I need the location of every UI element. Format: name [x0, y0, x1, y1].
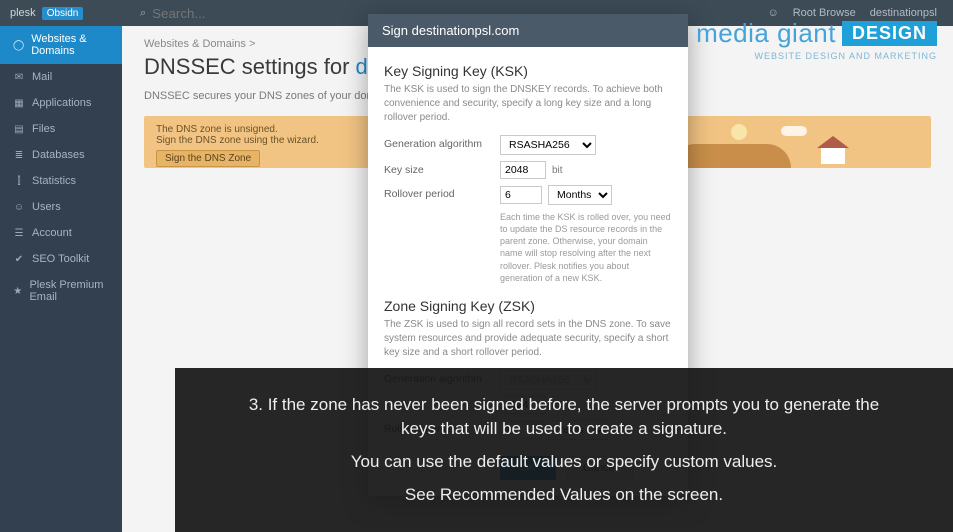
modal-title: Sign destinationpsl.com [368, 14, 688, 47]
ksk-size-unit: bit [552, 165, 563, 176]
sidebar-item-label: Plesk Premium Email [29, 279, 112, 303]
sidebar-item-files[interactable]: ▤ Files [0, 116, 122, 142]
stats-icon: ⫿ [13, 176, 25, 187]
search-icon: ⌕ [140, 7, 146, 20]
logo-badge: Obsidn [42, 7, 84, 20]
seo-icon: ✔ [13, 254, 25, 265]
caption-line2: You can use the default values or specif… [351, 450, 778, 475]
sidebar-item-seo[interactable]: ✔ SEO Toolkit [0, 246, 122, 272]
search-input[interactable] [152, 6, 352, 21]
ksk-description: The KSK is used to sign the DNSKEY recor… [384, 83, 672, 125]
account-icon: ☰ [13, 228, 25, 239]
sidebar-item-label: Files [32, 123, 55, 135]
zsk-heading: Zone Signing Key (ZSK) [384, 298, 672, 314]
caption-line3: See Recommended Values on the screen. [405, 483, 723, 508]
sidebar-item-premium-email[interactable]: ★ Plesk Premium Email [0, 272, 122, 310]
ksk-heading: Key Signing Key (KSK) [384, 63, 672, 79]
topbar-user[interactable]: Root Browse [793, 7, 856, 19]
sidebar-item-label: Statistics [32, 175, 76, 187]
ksk-algo-select[interactable]: RSASHA256 [500, 135, 596, 155]
sidebar-item-label: Applications [32, 97, 91, 109]
logo[interactable]: plesk Obsidn [0, 7, 122, 20]
logo-text: plesk [10, 7, 36, 19]
caption-line1: 3. If the zone has never been signed bef… [235, 393, 893, 442]
sidebar-item-account[interactable]: ☰ Account [0, 220, 122, 246]
video-caption: 3. If the zone has never been signed bef… [175, 368, 953, 532]
page-title-prefix: DNSSEC settings for [144, 54, 356, 79]
ksk-algo-label: Generation algorithm [384, 135, 492, 150]
sidebar-item-label: Users [32, 201, 61, 213]
sidebar-item-websites[interactable]: ◯ Websites & Domains [0, 26, 122, 64]
ksk-rollover-label: Rollover period [384, 185, 492, 200]
sidebar-item-label: Databases [32, 149, 85, 161]
sidebar-item-databases[interactable]: ≣ Databases [0, 142, 122, 168]
files-icon: ▤ [13, 124, 25, 135]
banner-illustration [671, 116, 931, 168]
premium-mail-icon: ★ [13, 286, 22, 297]
sidebar-item-users[interactable]: ☺ Users [0, 194, 122, 220]
database-icon: ≣ [13, 150, 25, 161]
sidebar-item-label: Websites & Domains [31, 33, 112, 57]
sidebar-item-mail[interactable]: ✉ Mail [0, 64, 122, 90]
sidebar: ◯ Websites & Domains ✉ Mail ▦ Applicatio… [0, 26, 122, 532]
user-icon: ☺ [768, 7, 779, 19]
globe-icon: ◯ [13, 40, 24, 51]
ksk-size-label: Key size [384, 161, 492, 176]
sidebar-item-label: Account [32, 227, 72, 239]
topbar-account[interactable]: destinationpsl [870, 7, 937, 19]
apps-icon: ▦ [13, 98, 25, 109]
users-icon: ☺ [13, 202, 25, 213]
ksk-rollover-value[interactable] [500, 186, 542, 204]
ksk-rollover-note: Each time the KSK is rolled over, you ne… [500, 211, 672, 284]
sign-zone-button[interactable]: Sign the DNS Zone [156, 150, 260, 167]
mail-icon: ✉ [13, 72, 25, 83]
sidebar-item-statistics[interactable]: ⫿ Statistics [0, 168, 122, 194]
sidebar-item-label: Mail [32, 71, 52, 83]
zsk-description: The ZSK is used to sign all record sets … [384, 318, 672, 360]
ksk-rollover-unit[interactable]: Months [548, 185, 612, 205]
sidebar-item-applications[interactable]: ▦ Applications [0, 90, 122, 116]
sidebar-item-label: SEO Toolkit [32, 253, 89, 265]
ksk-size-input[interactable] [500, 161, 546, 179]
